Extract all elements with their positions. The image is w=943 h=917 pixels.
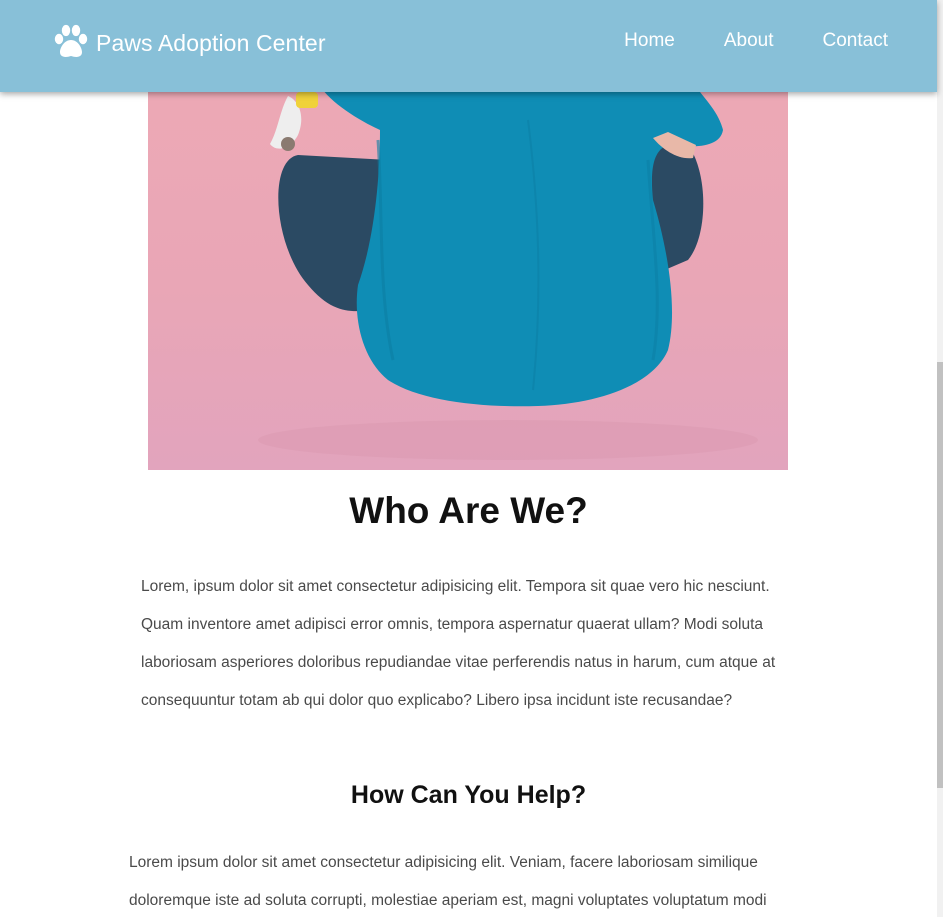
hero-image bbox=[148, 60, 788, 470]
scrollbar-track[interactable] bbox=[937, 0, 943, 917]
brand-link[interactable]: Paws Adoption Center bbox=[52, 24, 326, 60]
nav-contact[interactable]: Contact bbox=[823, 30, 888, 52]
paw-icon bbox=[54, 24, 88, 57]
help-heading: How Can You Help? bbox=[350, 781, 587, 809]
about-heading: Who Are We? bbox=[349, 490, 588, 531]
brand-name: Paws Adoption Center bbox=[96, 29, 326, 56]
header: Paws Adoption Center Home About Contact bbox=[0, 0, 937, 92]
hero-illustration bbox=[258, 82, 758, 460]
nav-home[interactable]: Home bbox=[624, 30, 675, 52]
help-paragraph: Lorem ipsum dolor sit amet consectetur a… bbox=[129, 854, 767, 909]
nav-about[interactable]: About bbox=[724, 30, 774, 52]
about-paragraph: Lorem, ipsum dolor sit amet consectetur … bbox=[141, 578, 776, 709]
main-nav: Home About Contact bbox=[624, 30, 888, 52]
scrollbar-thumb[interactable] bbox=[937, 362, 943, 788]
page: Paws Adoption Center Home About Contact … bbox=[0, 0, 943, 917]
